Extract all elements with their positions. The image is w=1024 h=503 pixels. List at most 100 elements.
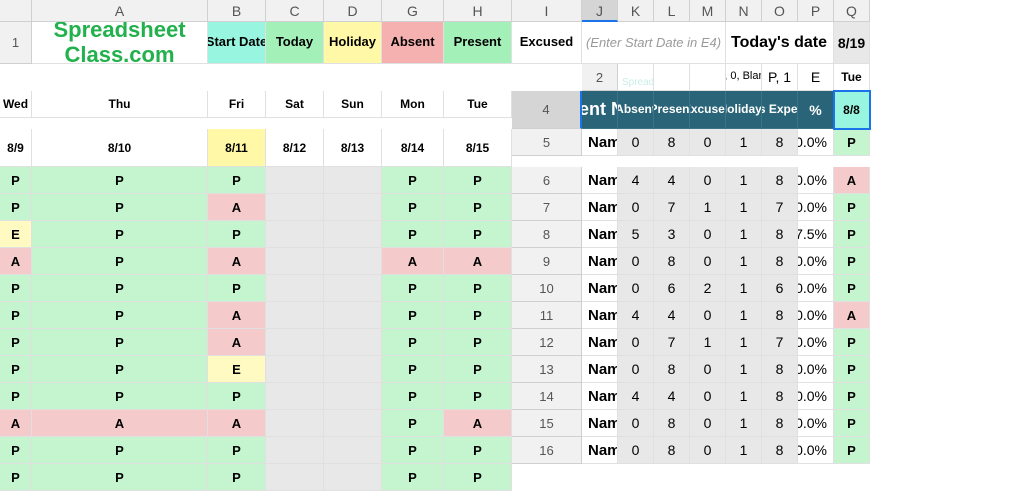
attendance-cell[interactable]: A — [208, 410, 266, 437]
date-8-13[interactable]: 8/13 — [324, 129, 382, 167]
attendance-cell[interactable]: P — [834, 129, 870, 156]
cell-d2[interactable] — [690, 64, 726, 91]
weekday-5[interactable]: Sun — [324, 91, 382, 118]
attendance-cell[interactable]: P — [444, 302, 512, 329]
attendance-cell[interactable]: P — [834, 275, 870, 302]
attendance-cell[interactable]: P — [444, 383, 512, 410]
attendance-cell[interactable]: P — [444, 221, 512, 248]
stat-cell[interactable]: 4 — [654, 383, 690, 410]
attendance-cell[interactable] — [324, 383, 382, 410]
stat-cell[interactable]: 4 — [618, 383, 654, 410]
stat-cell[interactable]: 2 — [690, 275, 726, 302]
stat-cell[interactable]: 0 — [690, 167, 726, 194]
stat-cell[interactable]: 5 — [618, 221, 654, 248]
attendance-cell[interactable] — [266, 329, 324, 356]
attendance-cell[interactable]: P — [32, 356, 208, 383]
stat-cell[interactable]: 0 — [618, 437, 654, 464]
attendance-cell[interactable] — [324, 464, 382, 491]
hdr-holidays[interactable]: Holidays — [726, 91, 762, 129]
col-head-A[interactable]: A — [32, 0, 208, 22]
attendance-cell[interactable]: P — [834, 194, 870, 221]
stat-cell[interactable]: 8 — [762, 410, 798, 437]
attendance-cell[interactable]: A — [444, 410, 512, 437]
col-head-P[interactable]: P — [798, 0, 834, 22]
attendance-cell[interactable]: P — [32, 464, 208, 491]
col-head-M[interactable]: M — [690, 0, 726, 22]
stat-cell[interactable]: 7 — [654, 194, 690, 221]
attendance-cell[interactable]: P — [0, 356, 32, 383]
weekday-2[interactable]: Thu — [32, 91, 208, 118]
todays-date-value[interactable]: 8/19 — [834, 22, 870, 64]
student-name[interactable]: Name 12 — [582, 437, 618, 464]
date-8-10[interactable]: 8/10 — [32, 129, 208, 167]
hdr-days-expected[interactable]: Days Expected — [762, 91, 798, 129]
student-name[interactable]: Name 11 — [582, 410, 618, 437]
attendance-cell[interactable]: P — [32, 302, 208, 329]
attendance-cell[interactable] — [266, 302, 324, 329]
attendance-cell[interactable]: P — [32, 329, 208, 356]
attendance-cell[interactable]: P — [0, 329, 32, 356]
attendance-cell[interactable]: P — [444, 194, 512, 221]
stat-cell[interactable]: 1 — [690, 329, 726, 356]
student-name[interactable]: Name 7 — [582, 302, 618, 329]
attendance-cell[interactable]: P — [0, 437, 32, 464]
row-head-12[interactable]: 12 — [512, 329, 582, 356]
attendance-cell[interactable] — [266, 437, 324, 464]
stat-cell[interactable]: 8 — [762, 356, 798, 383]
attendance-cell[interactable]: A — [208, 302, 266, 329]
row-head-1[interactable]: 1 — [0, 22, 32, 64]
row-head-4[interactable]: 4 — [512, 91, 582, 129]
stat-cell[interactable]: 0 — [690, 410, 726, 437]
stat-cell[interactable]: 0 — [690, 356, 726, 383]
attendance-cell[interactable]: P — [444, 329, 512, 356]
attendance-cell[interactable]: P — [382, 302, 444, 329]
present-rule[interactable]: P, 1 — [762, 64, 798, 91]
attendance-cell[interactable] — [324, 248, 382, 275]
student-name[interactable]: Name 6 — [582, 275, 618, 302]
attendance-cell[interactable]: P — [382, 275, 444, 302]
stat-cell[interactable]: 0 — [618, 129, 654, 156]
stat-cell[interactable]: 8 — [762, 383, 798, 410]
percent-cell[interactable]: 100.0% — [798, 129, 834, 156]
attendance-cell[interactable]: A — [208, 329, 266, 356]
attendance-cell[interactable]: P — [0, 275, 32, 302]
stat-cell[interactable]: 7 — [762, 329, 798, 356]
col-head-I[interactable]: I — [512, 0, 582, 22]
attendance-cell[interactable] — [266, 248, 324, 275]
stat-cell[interactable]: 1 — [726, 329, 762, 356]
attendance-cell[interactable] — [324, 221, 382, 248]
attendance-cell[interactable]: P — [382, 167, 444, 194]
student-name[interactable]: Name 9 — [582, 356, 618, 383]
stat-cell[interactable]: 0 — [690, 302, 726, 329]
student-name[interactable]: Name 4 — [582, 221, 618, 248]
attendance-cell[interactable]: P — [444, 275, 512, 302]
stat-cell[interactable]: 0 — [618, 194, 654, 221]
attendance-cell[interactable]: A — [834, 302, 870, 329]
percent-cell[interactable]: 100.0% — [798, 194, 834, 221]
attendance-cell[interactable]: P — [382, 194, 444, 221]
col-head-C[interactable]: C — [266, 0, 324, 22]
stat-cell[interactable]: 0 — [618, 329, 654, 356]
student-name[interactable]: Name 8 — [582, 329, 618, 356]
attendance-cell[interactable]: A — [0, 410, 32, 437]
date-8-15[interactable]: 8/15 — [444, 129, 512, 167]
stat-cell[interactable]: 7 — [654, 329, 690, 356]
stat-cell[interactable]: 3 — [654, 221, 690, 248]
attendance-cell[interactable]: P — [32, 167, 208, 194]
row-head-10[interactable]: 10 — [512, 275, 582, 302]
stat-cell[interactable]: 1 — [726, 129, 762, 156]
student-name[interactable]: Name 3 — [582, 194, 618, 221]
attendance-cell[interactable]: E — [0, 221, 32, 248]
col-head-K[interactable]: K — [618, 0, 654, 22]
attendance-cell[interactable]: P — [0, 167, 32, 194]
attendance-cell[interactable]: P — [382, 383, 444, 410]
col-head-J[interactable]: J — [582, 0, 618, 22]
stat-cell[interactable]: 1 — [726, 221, 762, 248]
attendance-cell[interactable] — [266, 275, 324, 302]
cell-b2[interactable]: SpreadsheetClass.com — [618, 64, 654, 91]
attendance-cell[interactable] — [266, 383, 324, 410]
attendance-cell[interactable]: P — [208, 464, 266, 491]
row-head-11[interactable]: 11 — [512, 302, 582, 329]
stat-cell[interactable]: 1 — [726, 437, 762, 464]
stat-cell[interactable]: 8 — [762, 248, 798, 275]
